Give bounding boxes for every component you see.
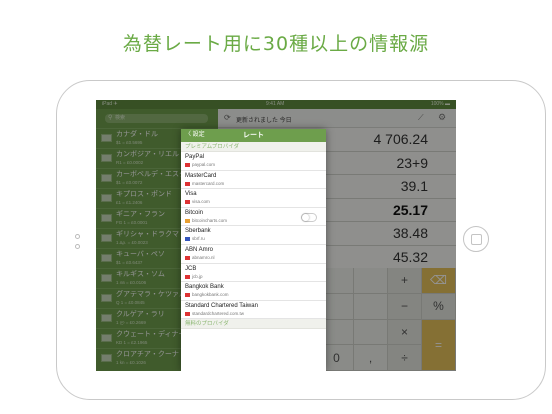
popover-title: レート bbox=[243, 132, 264, 139]
popover-navbar: 〈 設定 レート bbox=[181, 129, 326, 142]
bitcoin-toggle[interactable] bbox=[301, 212, 317, 222]
provider-name: JCB bbox=[185, 265, 197, 272]
provider-row[interactable]: ABN Amro abnamro.nl bbox=[181, 245, 326, 264]
provider-row[interactable]: Sberbank sbrf.ru bbox=[181, 226, 326, 245]
provider-url: standardchartered.com.tw bbox=[185, 311, 326, 317]
provider-url: mastercard.com bbox=[185, 181, 326, 187]
provider-name: Bangkok Bank bbox=[185, 284, 224, 291]
home-button[interactable] bbox=[463, 226, 489, 252]
camera-dot bbox=[75, 244, 80, 249]
provider-name: Sberbank bbox=[185, 228, 211, 235]
provider-name: ABN Amro bbox=[185, 246, 214, 253]
provider-name: Standard Chartered Taiwan bbox=[185, 302, 258, 309]
provider-row[interactable]: Bitcoin bitcoincharts.com bbox=[181, 208, 326, 227]
provider-name: PayPal bbox=[185, 154, 205, 160]
provider-row[interactable]: JCB jcb.jp bbox=[181, 264, 326, 283]
provider-row[interactable]: PayPal paypal.com bbox=[181, 152, 326, 171]
provider-name: MasterCard bbox=[185, 172, 217, 179]
headline: 為替レート用に30種以上の情報源 bbox=[122, 33, 430, 55]
provider-row[interactable]: Bangkok Bank bangkokbank.com bbox=[181, 282, 326, 301]
provider-row[interactable]: Visa visa.com bbox=[181, 189, 326, 208]
provider-url: sbrf.ru bbox=[185, 236, 326, 242]
provider-url: abnamro.nl bbox=[185, 255, 326, 261]
provider-url: visa.com bbox=[185, 199, 326, 205]
provider-url: jcb.jp bbox=[185, 274, 326, 280]
app-screen: iPad ✈ 9:41 AM 100% ▬ ⚲ 検索 カナダ・ドル $1 = £0… bbox=[96, 100, 456, 371]
provider-url: paypal.com bbox=[185, 162, 326, 168]
provider-url: bangkokbank.com bbox=[185, 292, 326, 298]
provider-row[interactable]: MasterCard mastercard.com bbox=[181, 171, 326, 190]
section-header-premium: プレミアムプロバイダ bbox=[181, 142, 326, 152]
provider-name: Visa bbox=[185, 191, 197, 198]
camera-dot bbox=[75, 234, 80, 239]
rates-popover: 〈 設定 レート プレミアムプロバイダ PayPal paypal.com Mas… bbox=[181, 129, 326, 371]
section-header-free: 無料のプロバイダ bbox=[181, 319, 326, 330]
provider-row[interactable]: Standard Chartered Taiwan standardcharter… bbox=[181, 301, 326, 320]
